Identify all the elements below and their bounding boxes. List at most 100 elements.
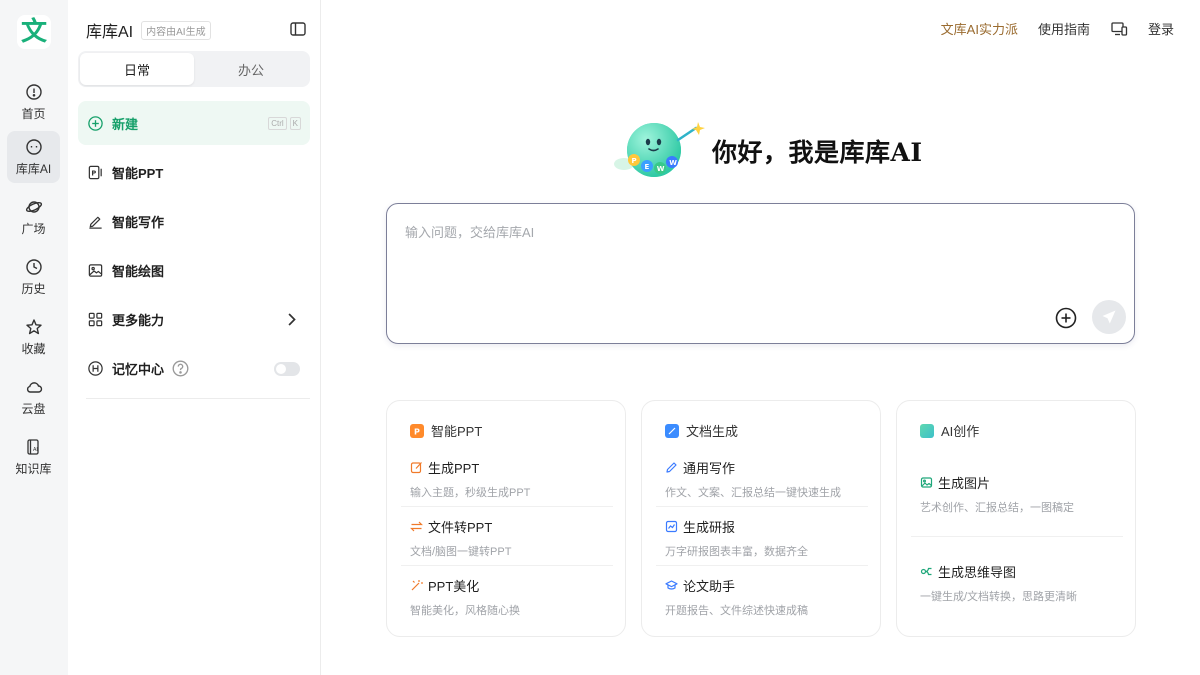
graduation-cap-icon (665, 580, 678, 590)
picture-icon (920, 477, 933, 488)
login-link[interactable]: 登录 (1148, 19, 1174, 38)
rail-item-kuku-ai[interactable]: 库库AI (7, 131, 60, 183)
knowledge-base-icon: AI (26, 439, 39, 455)
clock-icon (25, 259, 42, 275)
send-icon (1102, 310, 1116, 324)
mindmap-icon (920, 567, 932, 576)
feature-name: 通用写作 (683, 461, 736, 476)
card-title: 智能PPT (431, 424, 483, 439)
tab-office[interactable]: 办公 (194, 53, 308, 85)
feature-desc: 艺术创作、汇报总结，一图稿定 (920, 502, 1074, 514)
rail-item-history[interactable]: 历史 (7, 251, 60, 303)
hero-title: 你好，我是库库AI (712, 138, 923, 167)
nav-label: 智能PPT (112, 165, 164, 181)
svg-text:W: W (669, 159, 677, 167)
nav-smart-ppt[interactable]: P 智能PPT (78, 150, 310, 194)
nav-memory-center[interactable]: 记忆中心 (78, 346, 310, 390)
hero: P E W W 你好，我是库库AI (612, 120, 923, 182)
pen-icon (89, 216, 102, 229)
nav-label: 智能绘图 (112, 263, 165, 279)
home-icon (25, 84, 42, 100)
magic-wand-icon (411, 580, 423, 591)
nav-smart-drawing[interactable]: 智能绘图 (78, 248, 310, 292)
nav-new[interactable]: 新建 Ctrl K (78, 101, 310, 145)
shortcut-hint: Ctrl K (265, 117, 301, 130)
app-logo[interactable]: 文 (17, 15, 51, 49)
add-attachment-icon[interactable] (1054, 306, 1078, 330)
feature-general-writing[interactable]: 通用写作 作文、文案、汇报总结一键快速生成 (656, 458, 868, 516)
ai-generated-badge: 内容由AI生成 (141, 20, 211, 40)
chevron-right-icon (288, 313, 296, 326)
feature-generate-image[interactable]: 生成图片 艺术创作、汇报总结，一图稿定 (911, 473, 1123, 531)
brand-link[interactable]: 文库AI实力派 (941, 19, 1018, 38)
panel-title: 库库AI (86, 24, 134, 41)
kbd-ctrl: Ctrl (268, 117, 287, 130)
rail-label: 广场 (21, 222, 46, 236)
cloud-icon (26, 382, 42, 393)
ppt-badge-icon: P (410, 423, 424, 438)
feature-mind-map[interactable]: 生成思维导图 一键生成/文档转换，思路更清晰 (911, 562, 1123, 620)
feature-ppt-beautify[interactable]: PPT美化 智能美化，风格随心换 (401, 576, 613, 634)
card-header: P 智能PPT (410, 421, 482, 440)
svg-text:W: W (657, 165, 665, 173)
prompt-input[interactable] (405, 222, 1105, 292)
help-icon[interactable] (172, 360, 189, 377)
icon-rail: 文 首页 库库AI 广场 历史 收藏 云盘 AI 知识库 (0, 0, 68, 675)
rail-item-knowledge[interactable]: AI 知识库 (7, 431, 60, 483)
pencil-icon (666, 462, 677, 473)
rail-label: 云盘 (21, 402, 46, 416)
feature-name: PPT美化 (428, 579, 480, 594)
nav-more-capabilities[interactable]: 更多能力 (78, 297, 310, 341)
feature-desc: 作文、文案、汇报总结一键快速生成 (665, 487, 841, 499)
nav-label: 更多能力 (112, 312, 165, 328)
svg-text:P: P (414, 427, 420, 436)
feature-name: 文件转PPT (428, 520, 493, 535)
svg-text:P: P (632, 157, 637, 165)
card-title: 文档生成 (686, 424, 739, 439)
feature-file-to-ppt[interactable]: 文件转PPT 文档/脑图一键转PPT (401, 517, 613, 575)
ai-creation-badge-icon (920, 423, 934, 438)
nav-label: 新建 (112, 116, 139, 132)
image-icon (88, 263, 103, 277)
mode-tabs: 日常 办公 (78, 51, 310, 87)
rail-item-plaza[interactable]: 广场 (7, 191, 60, 243)
feature-desc: 一键生成/文档转换，思路更清晰 (920, 591, 1078, 603)
feature-research-report[interactable]: 生成研报 万字研报图表丰富，数据齐全 (656, 517, 868, 575)
feature-name: 论文助手 (683, 579, 736, 594)
divider (656, 506, 868, 507)
svg-text:AI: AI (33, 447, 38, 453)
rail-label: 库库AI (15, 162, 52, 176)
sidebar-collapse-icon[interactable] (289, 20, 307, 38)
grid-icon (88, 312, 103, 326)
mascot-illustration: P E W W (614, 122, 705, 177)
feature-name: 生成研报 (683, 520, 736, 535)
rail-item-cloud[interactable]: 云盘 (7, 371, 60, 423)
memory-toggle[interactable] (274, 362, 300, 376)
rail-label: 知识库 (15, 462, 52, 476)
swap-icon (410, 521, 423, 532)
rail-item-favorites[interactable]: 收藏 (7, 311, 60, 363)
device-icon[interactable] (1110, 20, 1128, 38)
edit-square-icon (410, 462, 422, 474)
divider (401, 506, 613, 507)
side-panel: 库库AI 内容由AI生成 日常 办公 新建 Ctrl K P 智能PPT 智能写… (68, 0, 321, 675)
guide-link[interactable]: 使用指南 (1038, 19, 1090, 38)
rail-item-home[interactable]: 首页 (7, 76, 60, 128)
card-ai-creation: AI创作 生成图片 艺术创作、汇报总结，一图稿定 生成思维导图 一键生成/文档转… (896, 400, 1136, 637)
svg-text:E: E (645, 163, 650, 171)
divider (401, 565, 613, 566)
feature-desc: 开题报告、文件综述快速成稿 (665, 605, 808, 617)
rail-label: 历史 (21, 282, 46, 296)
tab-daily[interactable]: 日常 (80, 53, 194, 85)
top-bar: 文库AI实力派 使用指南 登录 (941, 19, 1174, 38)
prompt-box (386, 203, 1135, 344)
nav-smart-writing[interactable]: 智能写作 (78, 199, 310, 243)
feature-generate-ppt[interactable]: 生成PPT 输入主题，秒级生成PPT (401, 458, 613, 516)
feature-name: 生成图片 (938, 476, 991, 491)
card-header: 文档生成 (665, 421, 738, 440)
planet-icon (25, 201, 42, 213)
rail-label: 收藏 (21, 342, 46, 356)
send-button[interactable] (1092, 300, 1126, 334)
divider (911, 536, 1123, 537)
feature-paper-assistant[interactable]: 论文助手 开题报告、文件综述快速成稿 (656, 576, 868, 634)
